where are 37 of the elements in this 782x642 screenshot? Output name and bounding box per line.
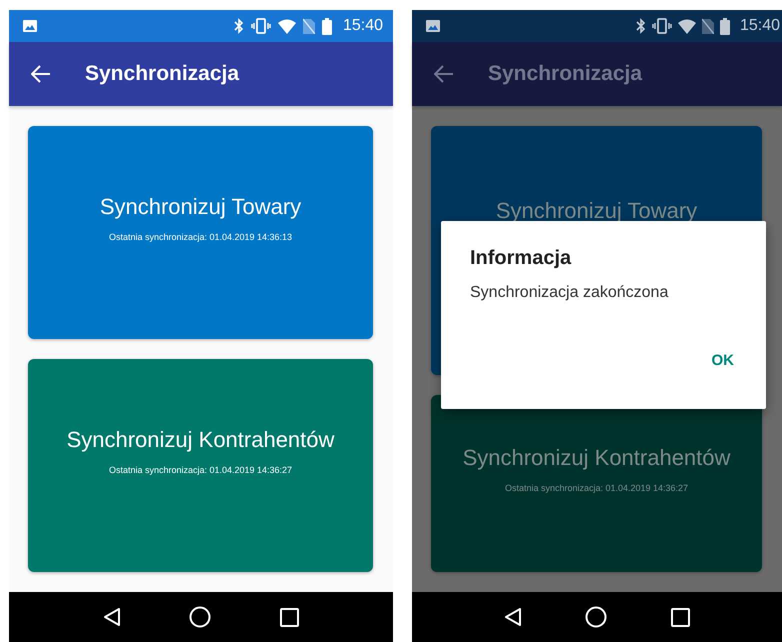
back-arrow-icon[interactable] [434, 65, 454, 83]
recents-icon[interactable] [280, 608, 299, 626]
sync-card[interactable]: Synchronizuj Towary Ostatnia synchronizacja: 01.04.2019 14:36:13 [28, 126, 373, 339]
card-title: Synchronizuj Kontrahentów [462, 444, 730, 470]
screen-title: Synchronizacja [85, 62, 240, 86]
dialog-message: Synchronizacja zakończona [470, 284, 668, 302]
screen-title: Synchronizacja [488, 62, 642, 86]
battery-icon [322, 18, 332, 34]
card-title: Synchronizuj Towary [496, 198, 698, 224]
no-sim-icon [302, 18, 315, 34]
sync-card[interactable]: Synchronizuj Kontrahentów Ostatnia synchronizacja: 01.04.2019 14:36:27 [431, 395, 762, 572]
vibrate-icon [250, 18, 271, 34]
vibrate-icon [652, 18, 672, 34]
card-title: Synchronizuj Towary [100, 194, 302, 220]
status-time: 15:40 [740, 17, 780, 35]
status-time: 15:40 [342, 17, 383, 35]
battery-icon [720, 18, 730, 34]
bluetooth-icon [234, 18, 244, 34]
wifi-icon [678, 18, 696, 34]
back-icon[interactable] [103, 607, 122, 627]
dialog-title: Informacja [470, 247, 572, 270]
ok-button[interactable]: OK [706, 348, 740, 373]
sync-card[interactable]: Synchronizuj Kontrahentów Ostatnia synchronizacja: 01.04.2019 14:36:27 [28, 359, 373, 572]
home-icon[interactable] [189, 606, 212, 628]
back-arrow-icon[interactable] [31, 65, 51, 83]
last-sync-text: Ostatnia synchronizacja: 01.04.2019 14:36:27 [504, 482, 688, 492]
no-sim-icon [702, 18, 714, 34]
card-title: Synchronizuj Kontrahentów [66, 426, 334, 452]
image-icon [426, 20, 440, 32]
back-icon[interactable] [504, 607, 522, 627]
recents-icon[interactable] [671, 608, 690, 626]
last-sync-text: Ostatnia synchronizacja: 01.04.2019 14:36:13 [108, 232, 292, 242]
wifi-icon [278, 18, 296, 34]
home-icon[interactable] [585, 606, 608, 628]
bluetooth-icon [636, 18, 646, 34]
last-sync-text: Ostatnia synchronizacja: 01.04.2019 14:36:27 [108, 464, 292, 474]
image-icon [23, 20, 37, 32]
